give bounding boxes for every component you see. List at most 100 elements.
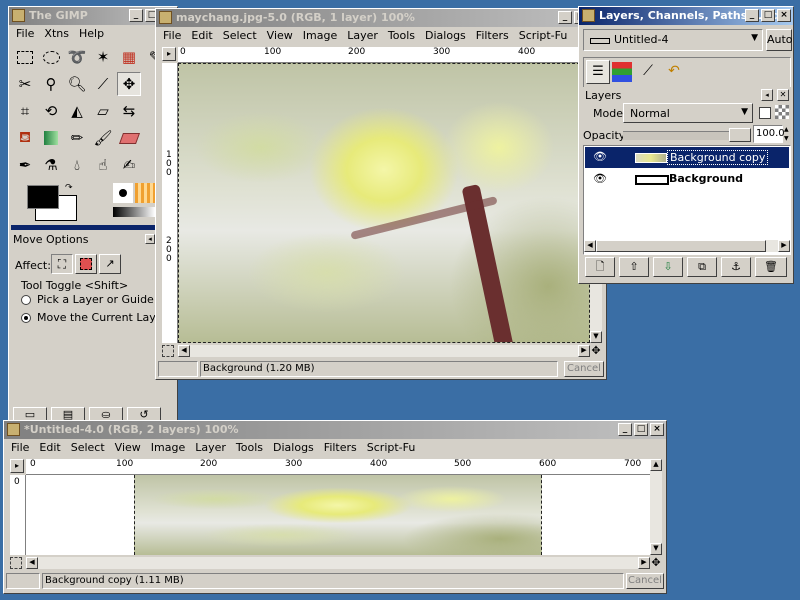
bucket-fill-icon[interactable]: ⛾ (13, 126, 37, 150)
perspective-icon[interactable]: ▱ (91, 99, 115, 123)
untitled-titlebar[interactable]: *Untitled-4.0 (RGB, 2 layers) 100% _ □ × (4, 421, 666, 439)
pattern-preview[interactable] (135, 183, 155, 203)
rect-select-icon[interactable] (13, 45, 37, 69)
scroll-down-icon[interactable]: ▼ (590, 331, 602, 343)
menu-view[interactable]: View (112, 439, 148, 457)
opacity-input[interactable]: 100.0 (753, 125, 785, 143)
menu-help[interactable]: Help (76, 25, 111, 43)
menu-dialogs[interactable]: Dialogs (422, 27, 473, 45)
untitled-canvas[interactable] (26, 475, 650, 555)
quickmask-toggle-icon[interactable] (10, 557, 22, 569)
minimize-icon[interactable]: _ (558, 11, 572, 24)
new-layer-icon[interactable]: 🗋︎ (585, 257, 615, 277)
layers-menu-icon[interactable]: ◂ (761, 89, 773, 101)
image-cancel-button[interactable]: Cancel (564, 361, 604, 377)
affect-path-icon[interactable]: ↗ (99, 254, 121, 274)
eraser-icon[interactable] (117, 126, 141, 150)
menu-filters[interactable]: Filters (321, 439, 364, 457)
menu-filters[interactable]: Filters (473, 27, 516, 45)
clone-icon[interactable]: ⚗ (39, 153, 63, 177)
convolve-icon[interactable]: 💧︎ (65, 153, 89, 177)
pick-layer-label[interactable]: Pick a Layer or Guide to Move (37, 293, 157, 306)
lower-layer-icon[interactable]: ⇩ (653, 257, 683, 277)
blend-icon[interactable] (39, 126, 63, 150)
tab-paths[interactable]: ⟋ (636, 60, 660, 84)
smudge-icon[interactable]: ☝ (91, 153, 115, 177)
pick-layer-radio[interactable] (21, 295, 31, 305)
scroll-left-icon[interactable]: ◀ (584, 240, 596, 252)
menu-layer[interactable]: Layer (192, 439, 233, 457)
menu-image[interactable]: Image (148, 439, 192, 457)
measure-icon[interactable]: ⟋ (91, 72, 115, 96)
menu-script-fu[interactable]: Script-Fu (516, 27, 575, 45)
menu-file[interactable]: File (160, 27, 188, 45)
scroll-left-icon[interactable]: ◀ (26, 557, 38, 569)
menu-tools[interactable]: Tools (233, 439, 270, 457)
maximize-icon[interactable]: □ (761, 9, 775, 22)
menu-edit[interactable]: Edit (36, 439, 67, 457)
menu-layer[interactable]: Layer (344, 27, 385, 45)
untitled-horizontal-scrollbar[interactable]: ◀ ▶ (26, 557, 650, 569)
color-picker-icon[interactable]: ⚲ (39, 72, 63, 96)
tab-undo[interactable]: ↶ (662, 60, 686, 84)
image-select-dropdown[interactable]: Untitled-4 ▼ (583, 29, 763, 51)
layers-horizontal-scrollbar[interactable]: ◀ ▶ (584, 240, 790, 252)
opacity-slider-track[interactable] (623, 128, 751, 142)
image-menu-button[interactable]: ▸ (162, 47, 176, 61)
image-canvas[interactable] (178, 63, 590, 343)
delete-layer-icon[interactable]: 🗑︎ (755, 257, 787, 277)
eye-icon[interactable]: 👁︎ (593, 172, 607, 185)
minimize-icon[interactable]: _ (745, 9, 759, 22)
layers-titlebar[interactable]: Layers, Channels, Paths, Undo _ □ × (579, 7, 793, 25)
horizontal-ruler[interactable]: 0 100 200 300 400 500 600 700 (26, 459, 662, 475)
mode-dropdown[interactable]: Normal ▼ (623, 103, 753, 123)
horizontal-ruler[interactable]: 0 100 200 300 400 (178, 47, 602, 63)
close-icon[interactable]: × (777, 9, 791, 22)
menu-select[interactable]: Select (220, 27, 264, 45)
menu-file[interactable]: File (13, 25, 41, 43)
image-titlebar[interactable]: maychang.jpg-5.0 (RGB, 1 layer) 100% _ □… (156, 9, 606, 27)
affect-selection-icon[interactable] (75, 254, 97, 274)
menu-image[interactable]: Image (300, 27, 344, 45)
menu-dialogs[interactable]: Dialogs (270, 439, 321, 457)
paintbrush-icon[interactable]: 🖌︎ (91, 126, 115, 150)
maximize-icon[interactable]: □ (634, 423, 648, 436)
gradient-preview[interactable] (113, 207, 155, 217)
quickmask-toggle-icon[interactable] (162, 345, 174, 357)
duplicate-layer-icon[interactable]: ⧉ (687, 257, 717, 277)
opacity-slider-handle[interactable] (729, 128, 751, 142)
image-menu-button[interactable]: ▸ (10, 459, 24, 473)
flip-icon[interactable]: ◭ (65, 99, 89, 123)
untitled-cancel-button[interactable]: Cancel (626, 573, 664, 589)
layer-row[interactable]: 👁︎ Background copy (585, 147, 789, 168)
brush-preview[interactable] (113, 183, 133, 203)
tool-options-close-icon[interactable]: ◂ (145, 234, 155, 244)
menu-view[interactable]: View (264, 27, 300, 45)
move-current-radio[interactable] (21, 313, 31, 323)
anchor-layer-icon[interactable]: ⚓︎ (721, 257, 751, 277)
eye-icon[interactable]: 👁︎ (593, 150, 607, 163)
minimize-icon[interactable]: _ (129, 9, 143, 22)
swap-colors-icon[interactable]: ↷ (65, 183, 73, 193)
foreground-color-swatch[interactable] (27, 185, 59, 209)
untitled-vertical-scrollbar[interactable]: ▲ ▼ (650, 459, 662, 555)
raise-layer-icon[interactable]: ⇧ (619, 257, 649, 277)
vertical-ruler[interactable]: 1 0 0 2 0 0 (162, 63, 178, 343)
keep-trans-checkbox[interactable] (759, 107, 771, 119)
affect-layer-icon[interactable]: ⛶ (51, 254, 73, 274)
scroll-left-icon[interactable]: ◀ (178, 345, 190, 357)
ink-icon[interactable]: ✍ (117, 153, 141, 177)
menu-tools[interactable]: Tools (385, 27, 422, 45)
airbrush-icon[interactable]: ✒ (13, 153, 37, 177)
scroll-right-icon[interactable]: ▶ (638, 557, 650, 569)
toolbox-titlebar[interactable]: The GIMP _ □ × (9, 7, 177, 25)
vertical-ruler[interactable]: 0 (10, 475, 26, 555)
transform-icon[interactable]: ⟲ (39, 99, 63, 123)
navigate-icon[interactable]: ✥ (590, 345, 602, 357)
lasso-icon[interactable]: ➰ (65, 45, 89, 69)
menu-script-fu[interactable]: Script-Fu (364, 439, 423, 457)
tab-channels[interactable] (612, 62, 632, 82)
menu-edit[interactable]: Edit (188, 27, 219, 45)
layers-close-icon[interactable]: ✕ (777, 89, 789, 101)
scroll-up-icon[interactable]: ▲ (650, 459, 662, 471)
